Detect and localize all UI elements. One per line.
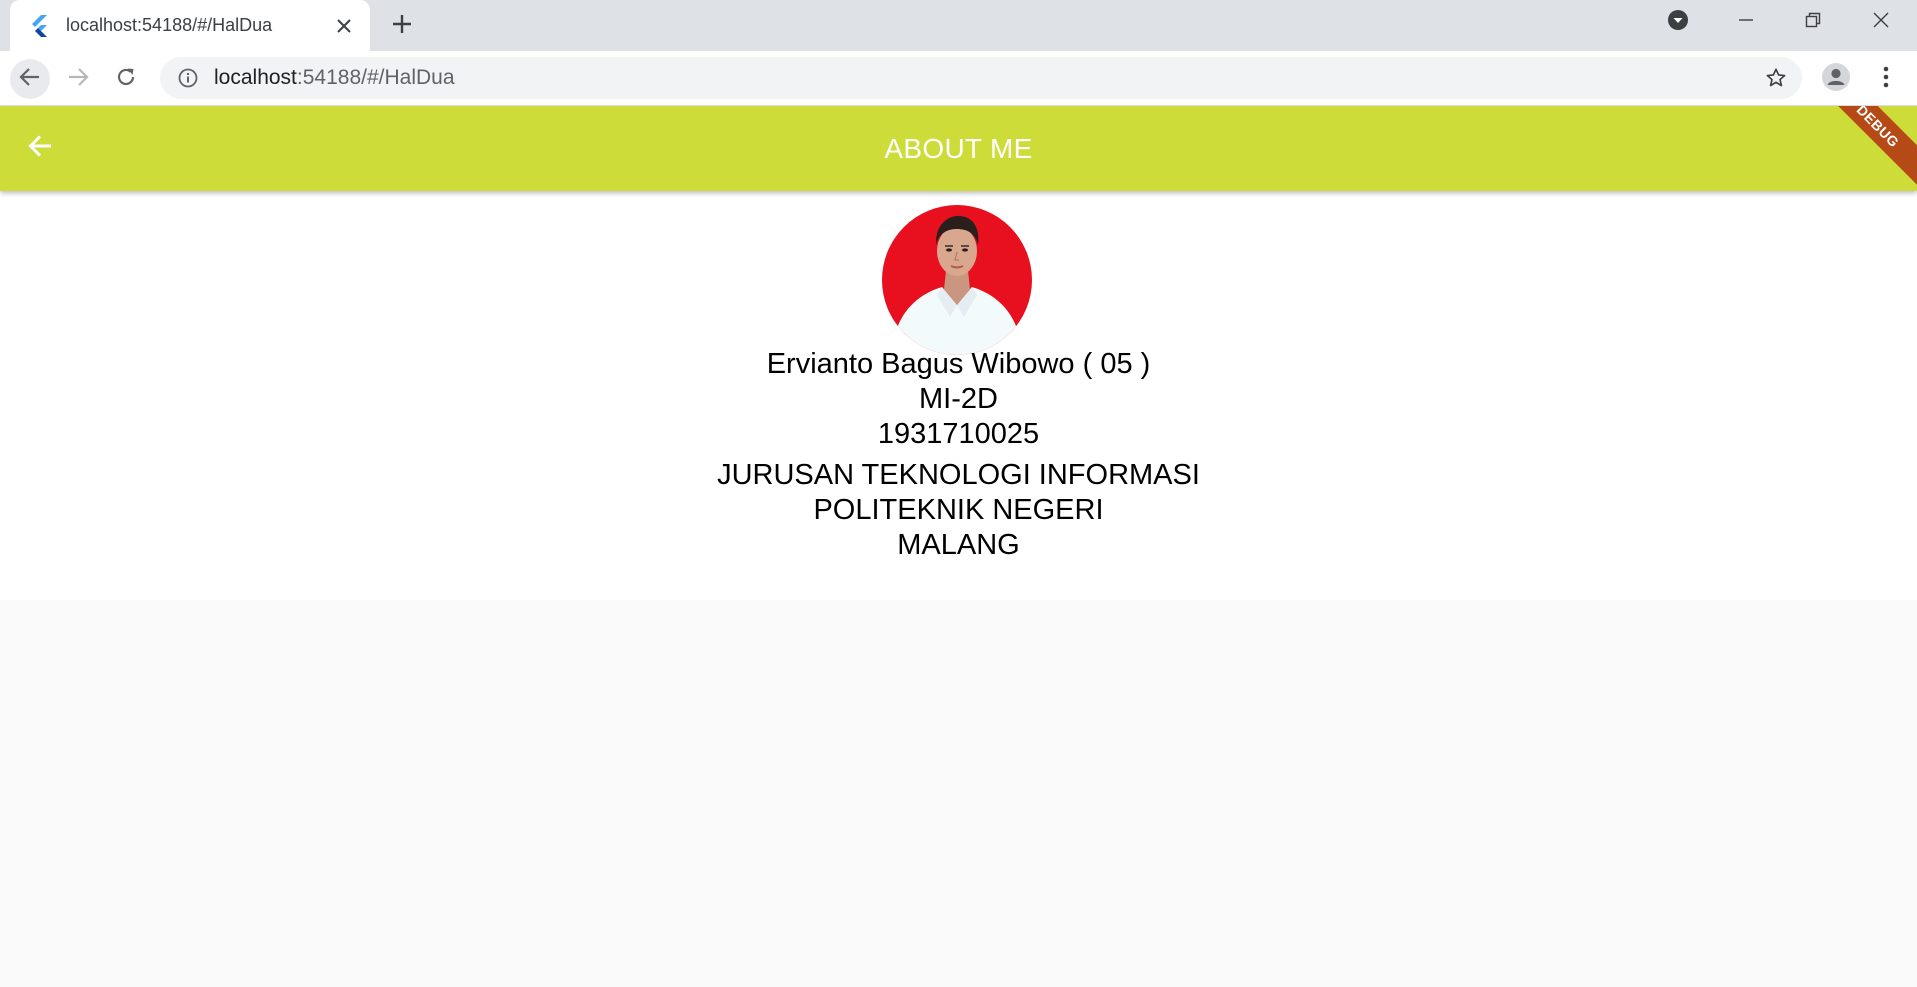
minimize-button[interactable]: [1718, 0, 1774, 44]
browser-tab[interactable]: localhost:54188/#/HalDua: [10, 0, 370, 51]
url-text[interactable]: localhost:54188/#/HalDua: [214, 66, 1758, 90]
department: JURUSAN TEKNOLOGI INFORMASI: [717, 459, 1200, 491]
new-tab-button[interactable]: [386, 10, 418, 42]
url-path: :54188/#/HalDua: [296, 66, 455, 89]
window-close-button[interactable]: [1853, 0, 1909, 44]
tab-close-icon[interactable]: [330, 12, 358, 40]
student-nim: 1931710025: [877, 418, 1040, 450]
debug-banner: DEBUG: [1827, 106, 1917, 189]
back-arrow-icon: [19, 66, 41, 93]
forward-arrow-icon: [67, 66, 89, 93]
app-bar: ABOUT ME: [0, 106, 1917, 191]
star-icon[interactable]: [1758, 60, 1794, 96]
student-name: Ervianto Bagus Wibowo ( 05 ): [766, 348, 1151, 380]
page-title: ABOUT ME: [884, 132, 1033, 164]
student-class: MI-2D: [919, 383, 998, 415]
tab-title: localhost:54188/#/HalDua: [66, 15, 273, 35]
institution-line-1: POLITEKNIK NEGERI: [813, 494, 1104, 526]
reload-button[interactable]: [106, 59, 146, 99]
menu-button[interactable]: [1866, 59, 1906, 99]
back-button[interactable]: [10, 59, 50, 99]
debug-banner-wrap: DEBUG: [1827, 106, 1917, 196]
tab-search-icon: [1667, 9, 1689, 36]
address-bar[interactable]: localhost:54188/#/HalDua: [160, 57, 1802, 99]
minimize-icon: [1738, 12, 1754, 33]
reload-icon: [115, 66, 137, 93]
restore-button[interactable]: [1785, 0, 1841, 44]
profile-content: Ervianto Bagus Wibowo ( 05 ) MI-2D 19317…: [0, 191, 1917, 600]
plus-icon: [392, 14, 412, 39]
app-viewport: ABOUT ME DEBUG Ervianto Bagus Wibowo (0…: [0, 106, 1917, 987]
browser-toolbar: localhost:54188/#/HalDua: [0, 51, 1917, 106]
institution-line-2: MALANG: [897, 529, 1020, 561]
url-host: localhost: [214, 66, 297, 89]
profile-photo: [882, 205, 1032, 355]
restore-icon: [1805, 12, 1821, 33]
forward-button[interactable]: [58, 59, 98, 99]
person-icon: [1822, 62, 1850, 96]
close-icon: [1873, 12, 1889, 33]
tab-strip: localhost:54188/#/HalDua: [0, 0, 1917, 51]
flutter-logo-icon: [30, 14, 52, 37]
tab-search-button[interactable]: [1650, 0, 1706, 44]
profile-button[interactable]: [1816, 59, 1856, 99]
info-icon[interactable]: [174, 64, 202, 92]
more-vert-icon: [1883, 66, 1889, 93]
